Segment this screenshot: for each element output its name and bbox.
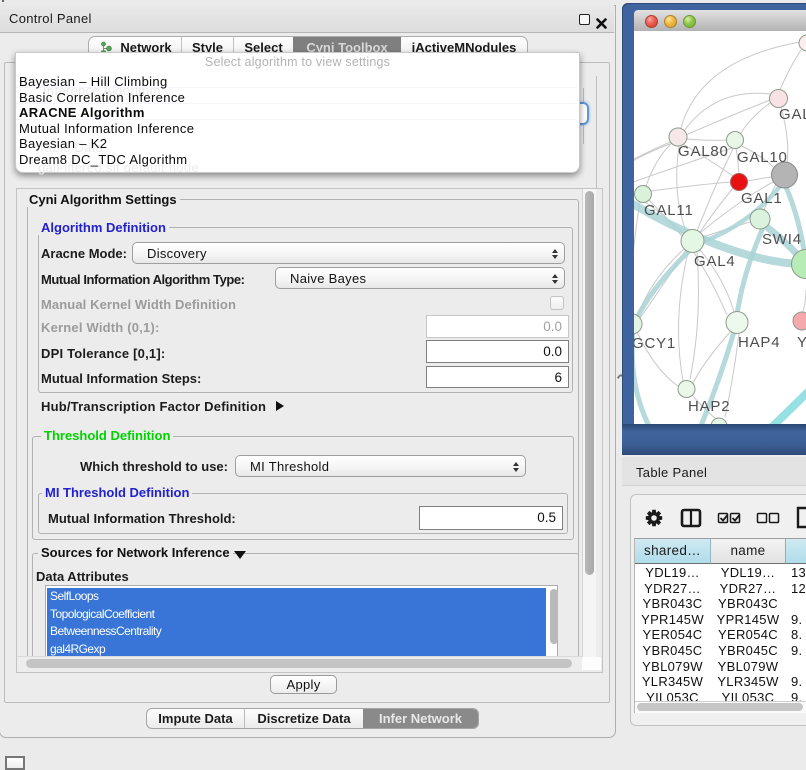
svg-text:GAL11: GAL11: [644, 202, 694, 219]
svg-text:GAL10: GAL10: [737, 149, 788, 166]
svg-text:SWI4: SWI4: [762, 231, 802, 248]
svg-text:GAL1: GAL1: [741, 190, 783, 207]
svg-text:HAP2: HAP2: [688, 398, 730, 415]
svg-text:YM: YM: [797, 334, 806, 351]
svg-text:HAP4: HAP4: [738, 334, 780, 351]
svg-text:GAL80: GAL80: [678, 143, 729, 160]
svg-text:GCY1: GCY1: [634, 335, 676, 352]
svg-text:GAL4: GAL4: [694, 253, 736, 270]
svg-text:GAL2: GAL2: [779, 106, 806, 123]
